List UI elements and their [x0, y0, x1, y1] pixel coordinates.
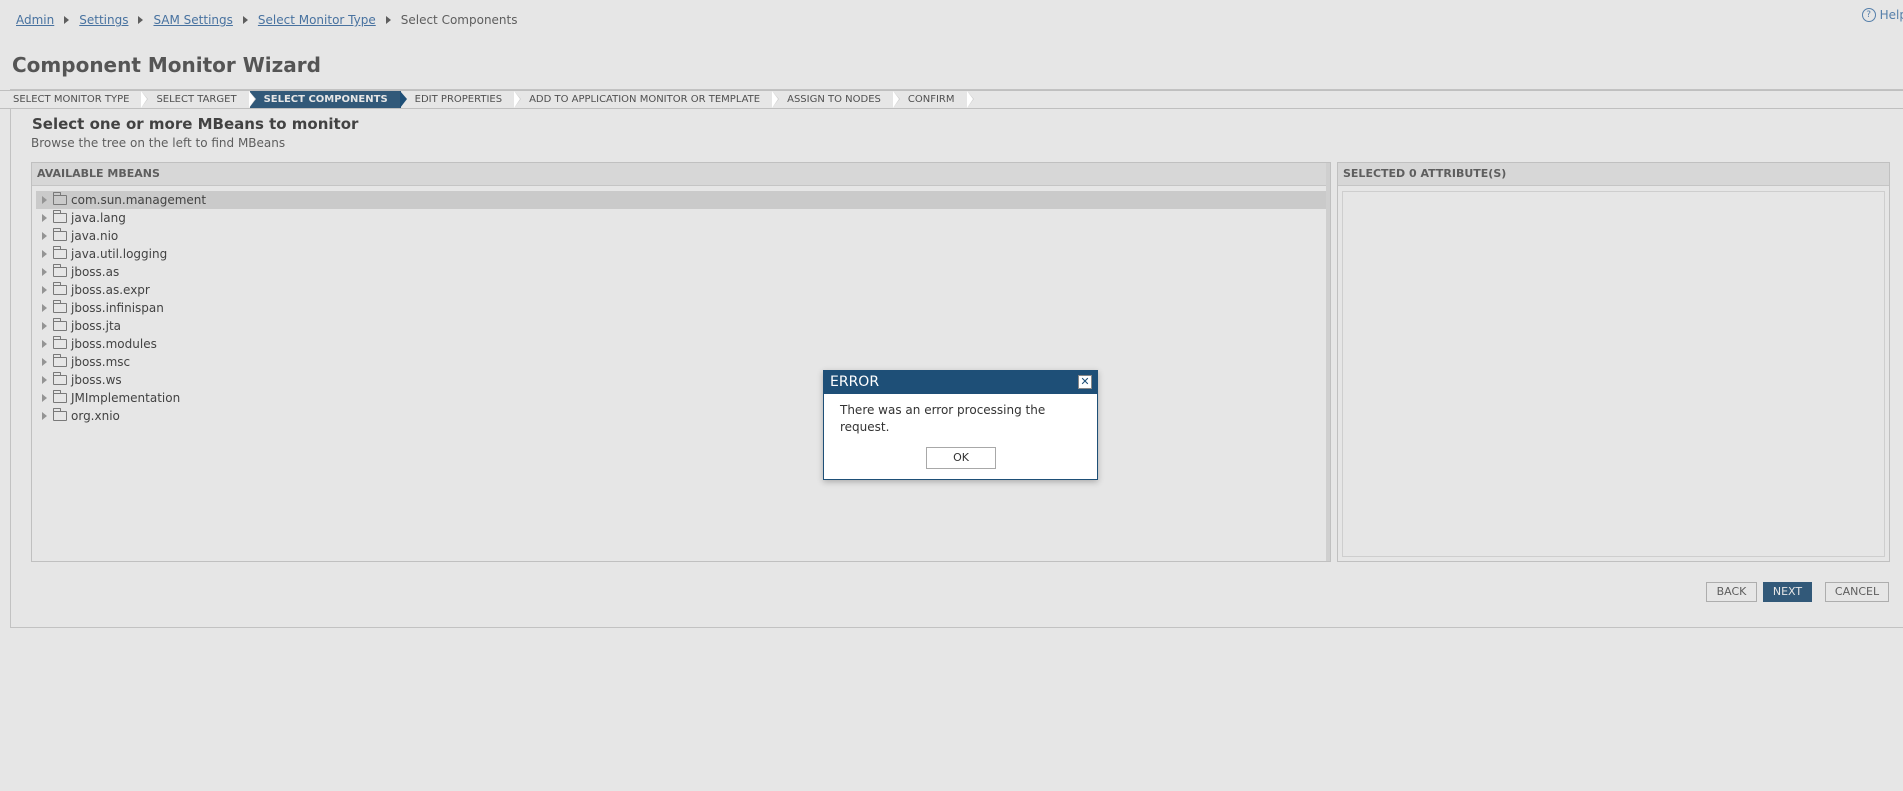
- dialog-message: There was an error processing the reques…: [840, 403, 1046, 434]
- close-icon[interactable]: ✕: [1078, 375, 1092, 389]
- error-dialog: ERROR ✕ There was an error processing th…: [823, 370, 1098, 480]
- ok-button[interactable]: OK: [926, 447, 996, 469]
- dialog-title: ERROR: [830, 374, 880, 390]
- dialog-titlebar[interactable]: ERROR ✕: [824, 371, 1097, 394]
